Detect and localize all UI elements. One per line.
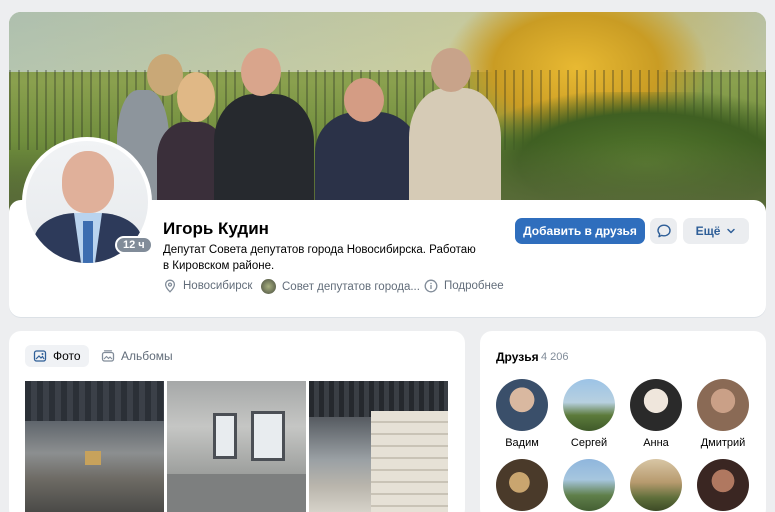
city-label: Новосибирск [183, 280, 253, 292]
friend-name: Сергей [570, 437, 608, 449]
tab-albums[interactable]: Альбомы [93, 345, 181, 367]
cover-person-2-head [177, 72, 215, 122]
friend-item[interactable] [487, 459, 557, 512]
friend-avatar [563, 459, 615, 511]
friend-item[interactable]: Дмитрий [688, 379, 758, 449]
message-button[interactable] [650, 218, 677, 244]
cover-person-5-head [431, 48, 471, 92]
profile-name: Игорь Кудин [163, 219, 269, 238]
friend-item[interactable]: Сергей [554, 379, 624, 449]
albums-icon [101, 350, 115, 362]
photo-boxes [371, 411, 448, 512]
photo-object [85, 451, 101, 465]
friend-item[interactable]: Вадим [487, 379, 557, 449]
friend-item[interactable] [688, 459, 758, 512]
photo-ceiling [25, 381, 164, 421]
friend-avatar [563, 379, 615, 431]
avatar-tie [83, 221, 93, 263]
city-info[interactable]: Новосибирск [163, 279, 252, 293]
tab-photos-label: Фото [53, 349, 81, 363]
photo-thumbnail[interactable] [25, 381, 164, 512]
friend-avatar [496, 379, 548, 431]
cover-person-3-head [241, 48, 281, 96]
organization-label: Совет депутатов города... [282, 280, 420, 293]
more-button[interactable]: Ещё [683, 218, 749, 244]
friend-item[interactable]: Анна [621, 379, 691, 449]
add-friend-button[interactable]: Добавить в друзья [515, 218, 645, 244]
friend-avatar [697, 459, 749, 511]
organization-info[interactable]: Совет депутатов города... [261, 279, 420, 294]
friend-item[interactable] [621, 459, 691, 512]
profile-status: Депутат Совета депутатов города Новосиби… [163, 244, 476, 272]
photo-window [213, 413, 237, 459]
info-icon [424, 279, 438, 293]
photo-thumbnail[interactable] [309, 381, 448, 512]
more-label: Ещё [695, 224, 721, 238]
chevron-down-icon [727, 228, 736, 234]
location-icon [164, 279, 176, 293]
cover-person-5 [409, 88, 501, 212]
tab-albums-label: Альбомы [121, 349, 173, 363]
friend-avatar [697, 379, 749, 431]
photo-window [251, 411, 285, 461]
friend-name: Вадим [505, 437, 539, 449]
photo-icon [33, 350, 47, 362]
friend-name: Дмитрий [700, 437, 746, 449]
friends-count: 4 206 [541, 351, 569, 363]
friend-avatar [630, 379, 682, 431]
last-seen-badge: 12 ч [115, 236, 153, 254]
cover-person-3 [214, 94, 314, 212]
friend-name: Анна [643, 437, 669, 449]
message-bubble-icon [656, 224, 671, 238]
friend-avatar [630, 459, 682, 511]
more-info-link[interactable]: Подробнее [424, 279, 504, 293]
council-emblem-icon [261, 279, 276, 294]
avatar-head [62, 151, 114, 213]
cover-person-4 [315, 112, 419, 212]
cover-person-4-head [344, 78, 384, 122]
photo-thumbnail[interactable] [167, 381, 306, 512]
friends-title[interactable]: Друзья [496, 350, 539, 364]
friend-item[interactable] [554, 459, 624, 512]
friend-avatar [496, 459, 548, 511]
photo-floor [167, 474, 306, 512]
tab-photos[interactable]: Фото [25, 345, 89, 367]
more-info-label: Подробнее [444, 280, 504, 292]
